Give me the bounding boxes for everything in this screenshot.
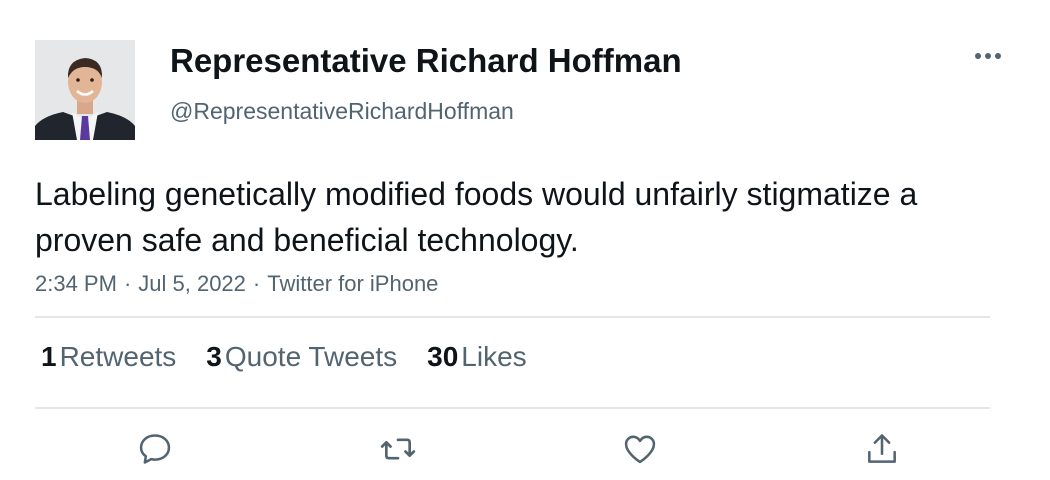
likes-stat[interactable]: 30 Likes <box>427 341 527 373</box>
quote-tweets-label: Quote Tweets <box>224 341 398 372</box>
tweet-time[interactable]: 2:34 PM <box>35 271 117 296</box>
meta-separator: · <box>123 271 132 296</box>
like-icon <box>624 435 656 464</box>
profile-photo <box>35 40 135 140</box>
retweets-label: Retweets <box>59 341 177 372</box>
display-name[interactable]: Representative Richard Hoffman <box>170 42 682 80</box>
like-button[interactable] <box>620 429 660 469</box>
retweets-stat[interactable]: 1 Retweets <box>41 341 176 373</box>
tweet-stats: 1 Retweets 3 Quote Tweets 30 Likes <box>41 341 557 373</box>
tweet-source[interactable]: Twitter for iPhone <box>267 271 438 296</box>
user-handle[interactable]: @RepresentativeRichardHoffman <box>170 98 514 125</box>
likes-label: Likes <box>461 341 527 372</box>
quote-tweets-count: 3 <box>206 341 222 372</box>
retweets-count: 1 <box>41 341 57 372</box>
more-button[interactable] <box>968 40 1008 72</box>
more-icon <box>975 53 1001 59</box>
meta-separator: · <box>252 271 261 296</box>
reply-icon <box>139 434 171 464</box>
share-icon <box>868 434 896 463</box>
tweet-meta: 2:34 PM · Jul 5, 2022 · Twitter for iPhone <box>35 271 438 297</box>
retweet-button[interactable] <box>378 429 418 469</box>
likes-count: 30 <box>427 341 459 372</box>
avatar[interactable] <box>35 40 135 140</box>
tweet-text: Labeling genetically modified foods woul… <box>35 176 918 258</box>
reply-button[interactable] <box>135 429 175 469</box>
retweet-icon <box>380 438 416 460</box>
quote-tweets-stat[interactable]: 3 Quote Tweets <box>206 341 397 373</box>
share-button[interactable] <box>862 429 902 469</box>
divider <box>35 407 990 409</box>
divider <box>35 316 990 318</box>
tweet-date[interactable]: Jul 5, 2022 <box>138 271 246 296</box>
